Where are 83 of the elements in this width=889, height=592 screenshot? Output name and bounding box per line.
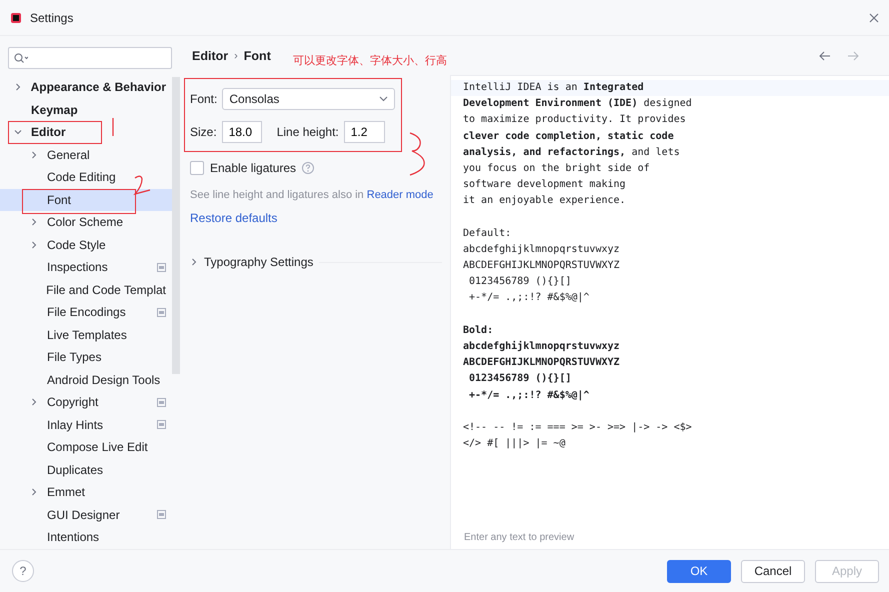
annotation-note: 可以更改字体、字体大小、行高	[293, 54, 447, 68]
project-scope-icon	[157, 262, 166, 272]
line-height-field[interactable]: 1.2	[344, 121, 385, 143]
handwritten-scribble-drawing	[408, 131, 428, 177]
sidebar-item[interactable]: Code Style	[0, 234, 172, 256]
search-field[interactable]	[8, 47, 172, 69]
reader-mode-note: See line height and ligatures also in Reader mode	[190, 189, 434, 201]
sidebar-item[interactable]: Intentions	[0, 526, 172, 548]
app-logo-icon	[10, 12, 22, 24]
project-scope-icon	[157, 398, 166, 407]
chevron-icon[interactable]	[30, 218, 38, 226]
ligatures-label: Enable ligatures	[210, 161, 296, 175]
line-height-label: Line height:	[276, 125, 339, 139]
size-field[interactable]: 18.0	[222, 121, 262, 143]
scrollbar-thumb[interactable]	[172, 77, 180, 374]
sidebar-item[interactable]: Font	[0, 188, 172, 211]
chevron-icon[interactable]	[30, 488, 38, 496]
preview-text-line: 0123456789 (){}[]	[468, 373, 572, 384]
sidebar-item[interactable]: Copyright	[0, 391, 172, 414]
font-dropdown[interactable]: Consolas	[222, 88, 396, 110]
chevron-icon[interactable]	[30, 398, 38, 406]
sidebar-item[interactable]: Keymap	[0, 98, 172, 121]
sidebar-item[interactable]: File Encodings	[0, 301, 172, 324]
sidebar-item[interactable]: Live Templates	[0, 324, 172, 346]
preview-text-line: +-*/= .,;:!? #&$%@|^	[468, 390, 590, 401]
preview-text-line: </> #[ |||> |= ~@	[463, 438, 566, 450]
chevron-icon[interactable]	[14, 83, 22, 92]
sidebar-item[interactable]: Compose Live Edit	[0, 436, 172, 458]
preview-text-line: ABCDEFGHIJKLMNOPQRSTUVWXYZ	[463, 357, 620, 368]
font-label: Font:	[190, 92, 218, 106]
help-button[interactable]: ?	[12, 560, 34, 582]
preview-input-field[interactable]: Enter any text to preview	[464, 532, 664, 543]
window-title: Settings	[30, 10, 74, 24]
back-arrow-icon[interactable]	[819, 50, 831, 60]
size-label: Size:	[190, 125, 217, 139]
sidebar-item[interactable]: Code Editing	[0, 166, 172, 188]
sidebar-item[interactable]: File and Code Templat	[0, 278, 172, 301]
preview-text-line: to maximize productivity. It provides	[463, 114, 686, 126]
preview-text-line: it an enjoyable experience.	[463, 195, 626, 206]
breadcrumb-item: Editor	[192, 48, 228, 62]
dialog-button[interactable]: OK	[667, 560, 731, 582]
project-scope-icon	[157, 510, 166, 520]
preview-text-line: abcdefghijklmnopqrstuvwxyz	[463, 341, 620, 352]
close-icon[interactable]	[869, 12, 879, 22]
typography-settings-toggle[interactable]: Typography Settings	[204, 255, 314, 269]
preview-text-line: analysis, and refactorings, and lets	[463, 146, 680, 158]
sidebar-item[interactable]: Inlay Hints	[0, 414, 172, 436]
sidebar-item[interactable]: Emmet	[0, 481, 172, 504]
sidebar-item[interactable]: File Types	[0, 346, 172, 368]
preview-text-line: you focus on the bright side of	[463, 162, 650, 174]
handwritten-scribble-drawing	[132, 174, 152, 198]
preview-text-line: IntelliJ IDEA is an Integrated	[463, 82, 644, 93]
sidebar-item[interactable]: Appearance & Behavior	[0, 76, 172, 98]
sidebar-item[interactable]: GUI Designer	[0, 504, 172, 526]
chevron-icon[interactable]	[30, 150, 38, 159]
chevron-icon[interactable]	[14, 128, 22, 136]
preview-text-line: <!-- -- != := === >= >- >=> |-> -> <$>	[463, 422, 692, 433]
breadcrumb-item: Font	[244, 48, 271, 62]
preview-text-line: 0123456789 (){}[]	[468, 276, 572, 288]
ligatures-checkbox[interactable]	[190, 161, 204, 175]
restore-defaults-link[interactable]: Restore defaults	[190, 211, 278, 225]
project-scope-icon	[157, 308, 166, 317]
sidebar-item[interactable]: Color Scheme	[0, 211, 172, 234]
project-scope-icon	[157, 420, 166, 430]
preview-text-line: software development making	[463, 179, 626, 190]
sidebar-item[interactable]: Android Design Tools	[0, 368, 172, 391]
reader-mode-link[interactable]: Reader mode	[366, 189, 434, 201]
preview-text-line: clever code completion, static code	[463, 130, 674, 142]
preview-text-line: Bold:	[463, 324, 494, 336]
breadcrumb-separator: ›	[234, 50, 238, 62]
sidebar-item[interactable]: Duplicates	[0, 458, 172, 481]
sidebar-item[interactable]: Inspections	[0, 256, 172, 278]
sidebar-item[interactable]: General	[0, 144, 172, 166]
preview-text-line: abcdefghijklmnopqrstuvwxyz	[463, 244, 620, 255]
caret-icon	[379, 96, 388, 102]
dialog-button[interactable]: Cancel	[741, 560, 805, 582]
chevron-icon[interactable]	[190, 258, 198, 266]
preview-text-line: ABCDEFGHIJKLMNOPQRSTUVWXYZ	[463, 260, 620, 272]
preview-text-line: Development Environment (IDE) designed	[463, 98, 692, 110]
preview-text-line: Default:	[463, 228, 512, 239]
preview-text-line: +-*/= .,;:!? #&$%@|^	[468, 292, 590, 304]
search-icon	[14, 52, 28, 64]
chevron-icon[interactable]	[30, 240, 38, 249]
